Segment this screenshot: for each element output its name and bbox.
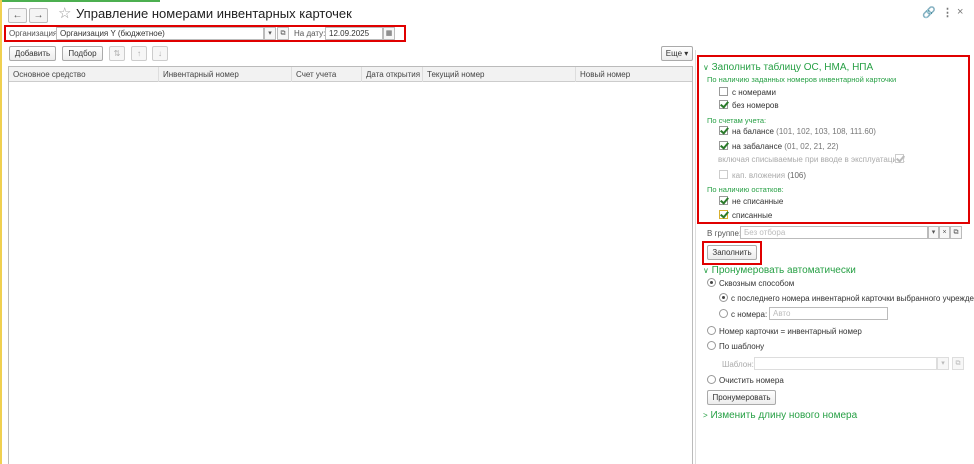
table-header: Основное средство Инвентарный номер Счет… [9,67,692,82]
through-label: Сквозным способом [719,279,795,288]
capital-accounts: (106) [787,171,807,180]
sort-icon[interactable]: ⇅ [109,46,125,61]
column-header[interactable]: Инвентарный номер [159,67,292,82]
org-dropdown-button[interactable]: ▾ [264,27,276,40]
calendar-icon[interactable]: ▦ [383,27,395,40]
in-group-label: В группе: [707,229,742,238]
more-menu-icon[interactable]: ⋮ [942,6,953,19]
column-header[interactable]: Текущий номер [423,67,576,82]
from-number-label: с номера: [731,310,768,319]
link-icon[interactable]: 🔗 [922,6,936,19]
without-numbers-label: без номеров [732,101,779,110]
template-input[interactable] [754,357,937,370]
written-off-checkbox[interactable] [719,210,728,219]
fill-section-title[interactable]: ∨ Заполнить таблицу ОС, НМА, НПА [703,62,873,73]
in-group-open-button[interactable]: ⧉ [950,226,962,239]
change-length-section-title[interactable]: > Изменить длину нового номера [703,410,857,421]
not-written-off-checkbox[interactable] [719,196,728,205]
move-up-icon[interactable]: ↑ [131,46,147,61]
from-last-radio[interactable] [719,293,728,302]
balance-accounts: (101, 102, 103, 108, 111.60) [776,127,876,136]
column-header[interactable]: Счет учета [292,67,362,82]
through-radio[interactable] [707,278,716,287]
org-open-button[interactable]: ⧉ [277,27,289,40]
column-header[interactable]: Дата открытия [362,67,423,82]
balance-text: на балансе [732,127,774,136]
number-button[interactable]: Пронумеровать [707,390,776,405]
from-number-radio[interactable] [719,309,728,318]
date-label: На дату: [294,29,326,38]
from-number-input[interactable]: Авто [769,307,888,320]
forward-button[interactable]: → [29,8,48,23]
close-icon[interactable]: × [957,6,963,18]
more-button[interactable]: Еще ▾ [661,46,693,61]
move-down-icon[interactable]: ↓ [152,46,168,61]
with-numbers-checkbox[interactable] [719,87,728,96]
with-numbers-label: с номерами [732,88,776,97]
including-checkbox[interactable] [895,154,904,163]
items-table[interactable]: Основное средство Инвентарный номер Счет… [8,66,693,464]
card-eq-inv-label: Номер карточки = инвентарный номер [719,327,862,336]
capital-checkbox[interactable] [719,170,728,179]
in-group-dropdown-button[interactable]: ▾ [928,226,939,239]
including-label: включая списываемые при вводе в эксплуат… [718,155,906,164]
template-dropdown-button[interactable]: ▾ [937,357,949,370]
org-label: Организация: [9,29,60,38]
fill-button[interactable]: Заполнить [707,245,757,260]
add-button[interactable]: Добавить [9,46,56,61]
without-numbers-checkbox[interactable] [719,100,728,109]
capital-text: кап. вложения [732,171,786,180]
card-eq-inv-radio[interactable] [707,326,716,335]
written-off-label: списанные [732,211,773,220]
column-header[interactable]: Основное средство [9,67,159,82]
group-remains-label: По наличию остатков: [707,185,784,194]
org-input[interactable]: Организация Y (бюджетное) [56,27,264,40]
group-accounts-label: По счетам учета: [707,116,767,125]
numbering-section-title-text: Пронумеровать автоматически [711,265,856,276]
template-open-button[interactable]: ⧉ [952,357,964,370]
select-button[interactable]: Подбор [62,46,103,61]
favorite-star-icon[interactable]: ☆ [58,4,71,22]
date-input[interactable]: 12.09.2025 [325,27,383,40]
more-label: Еще [665,49,683,58]
window-edge-indicator [0,0,2,464]
balance-checkbox[interactable] [719,126,728,135]
offbalance-accounts: (01, 02, 21, 22) [784,142,839,151]
column-header[interactable]: Новый номер [576,67,692,82]
not-written-off-label: не списанные [732,197,784,206]
in-group-clear-button[interactable]: × [939,226,950,239]
back-button[interactable]: ← [8,8,27,23]
offbalance-checkbox[interactable] [719,141,728,150]
in-group-input[interactable]: Без отбора [740,226,928,239]
fill-section-title-text: Заполнить таблицу ОС, НМА, НПА [711,62,874,73]
balance-label: на балансе (101, 102, 103, 108, 111.60) [732,127,876,136]
group-inventory-label: По наличию заданных номеров инвентарной … [707,75,897,84]
page-title: Управление номерами инвентарных карточек [76,6,352,21]
by-template-label: По шаблону [719,342,765,351]
by-template-radio[interactable] [707,341,716,350]
from-last-label: с последнего номера инвентарной карточки… [731,294,974,303]
active-tab-indicator [0,0,160,2]
panel-divider [695,50,696,464]
template-label: Шаблон: [722,360,754,369]
change-length-section-title-text: Изменить длину нового номера [710,410,858,421]
clear-label: Очистить номера [719,376,784,385]
numbering-section-title[interactable]: ∨ Пронумеровать автоматически [703,265,856,276]
offbalance-text: на забалансе [732,142,783,151]
capital-label: кап. вложения (106) [732,171,806,180]
offbalance-label: на забалансе (01, 02, 21, 22) [732,142,839,151]
clear-radio[interactable] [707,375,716,384]
